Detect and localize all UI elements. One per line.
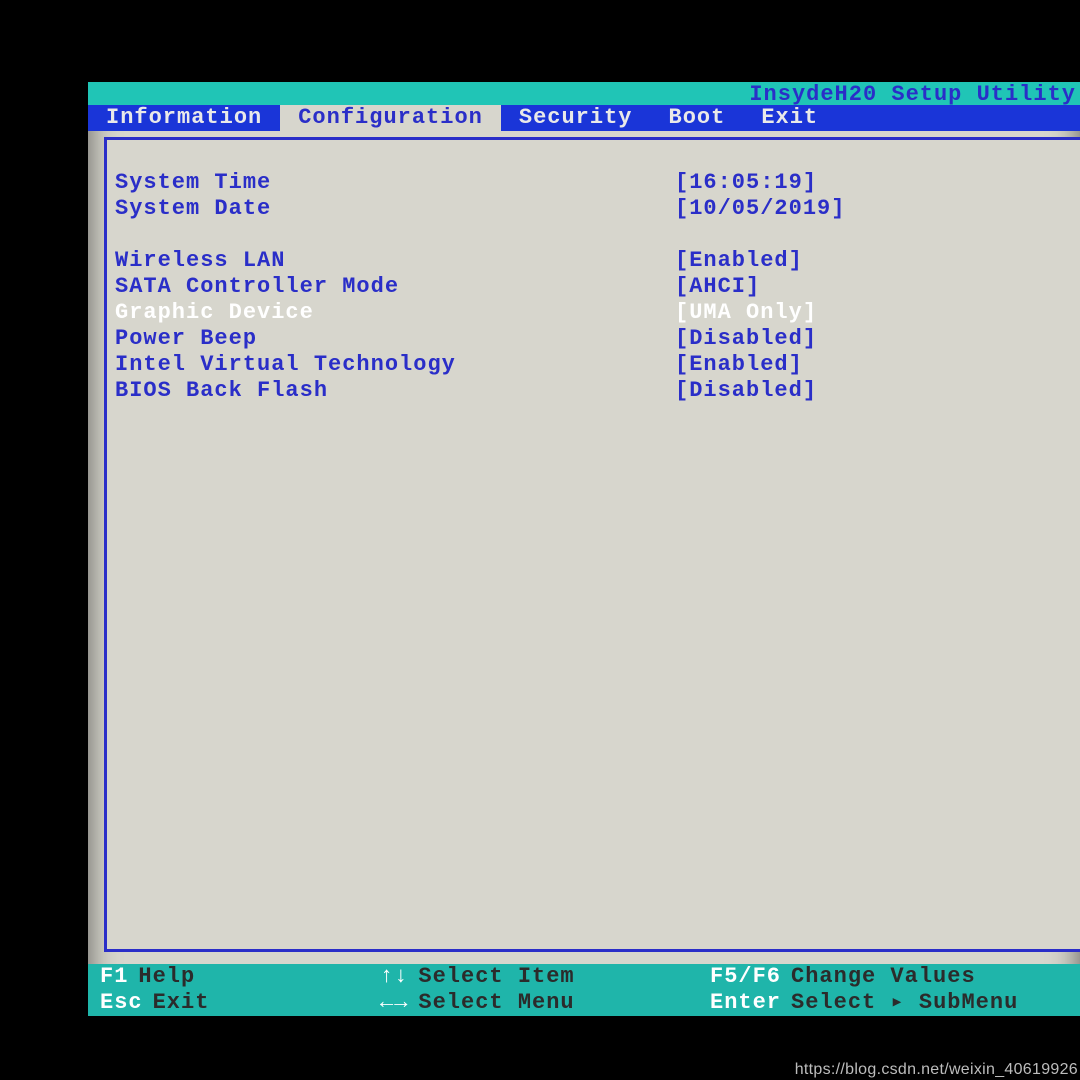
settings-panel: System Time [16:05:19] System Date [10/0… — [104, 137, 1080, 952]
key-hint-f1: F1 — [100, 964, 128, 990]
setting-power-beep[interactable]: Power Beep [Disabled] — [107, 326, 1080, 352]
tab-configuration[interactable]: Configuration — [280, 105, 501, 131]
leftright-arrows-icon: ←→ — [380, 990, 408, 1016]
tab-security[interactable]: Security — [501, 105, 651, 131]
title-bar: InsydeH20 Setup Utility — [88, 82, 1080, 105]
setting-label: Power Beep — [115, 326, 675, 352]
setting-wireless-lan[interactable]: Wireless LAN [Enabled] — [107, 248, 1080, 274]
key-action-change-values: Change Values — [791, 964, 976, 990]
setting-label: System Time — [115, 170, 675, 196]
key-hint-enter: Enter — [710, 990, 781, 1016]
setting-value: [Disabled] — [675, 326, 1068, 352]
key-action-select-menu: Select Menu — [418, 990, 574, 1016]
watermark-url: https://blog.csdn.net/weixin_40619926 — [795, 1062, 1078, 1078]
setting-value: [Enabled] — [675, 248, 1068, 274]
setting-system-time[interactable]: System Time [16:05:19] — [107, 170, 1080, 196]
tab-boot[interactable]: Boot — [651, 105, 744, 131]
setting-label: SATA Controller Mode — [115, 274, 675, 300]
setting-label: BIOS Back Flash — [115, 378, 675, 404]
utility-title: InsydeH20 Setup Utility — [749, 82, 1076, 105]
tab-information[interactable]: Information — [88, 105, 280, 131]
setting-label: Wireless LAN — [115, 248, 675, 274]
tab-exit[interactable]: Exit — [743, 105, 836, 131]
setting-value: [UMA Only] — [675, 300, 1068, 326]
setting-bios-back-flash[interactable]: BIOS Back Flash [Disabled] — [107, 378, 1080, 404]
setting-sata-controller-mode[interactable]: SATA Controller Mode [AHCI] — [107, 274, 1080, 300]
bios-screen: InsydeH20 Setup Utility Information Conf… — [88, 82, 1080, 1016]
setting-graphic-device[interactable]: Graphic Device [UMA Only] — [107, 300, 1080, 326]
updown-arrows-icon: ↑↓ — [380, 964, 408, 990]
setting-system-date[interactable]: System Date [10/05/2019] — [107, 196, 1080, 222]
setting-label: Intel Virtual Technology — [115, 352, 675, 378]
row-spacer — [107, 222, 1080, 248]
setting-value: [16:05:19] — [675, 170, 1068, 196]
setting-value: [Enabled] — [675, 352, 1068, 378]
setting-value: [10/05/2019] — [675, 196, 1068, 222]
photo-background: InsydeH20 Setup Utility Information Conf… — [0, 0, 1080, 1040]
setting-value: [AHCI] — [675, 274, 1068, 300]
setting-intel-virtual-technology[interactable]: Intel Virtual Technology [Enabled] — [107, 352, 1080, 378]
footer-line-2: Esc Exit ←→ Select Menu Enter Select ▸ S… — [88, 990, 1080, 1016]
setting-value: [Disabled] — [675, 378, 1068, 404]
key-action-submenu: Select ▸ SubMenu — [791, 990, 1018, 1016]
key-action-help: Help — [138, 964, 195, 990]
setting-label: Graphic Device — [115, 300, 675, 326]
tab-bar: Information Configuration Security Boot … — [88, 105, 1080, 131]
key-action-exit: Exit — [153, 990, 210, 1016]
help-footer: F1 Help ↑↓ Select Item F5/F6 Change Valu… — [88, 964, 1080, 1016]
setting-label: System Date — [115, 196, 675, 222]
key-hint-esc: Esc — [100, 990, 143, 1016]
key-hint-f5f6: F5/F6 — [710, 964, 781, 990]
key-action-select-item: Select Item — [418, 964, 574, 990]
footer-line-1: F1 Help ↑↓ Select Item F5/F6 Change Valu… — [88, 964, 1080, 990]
